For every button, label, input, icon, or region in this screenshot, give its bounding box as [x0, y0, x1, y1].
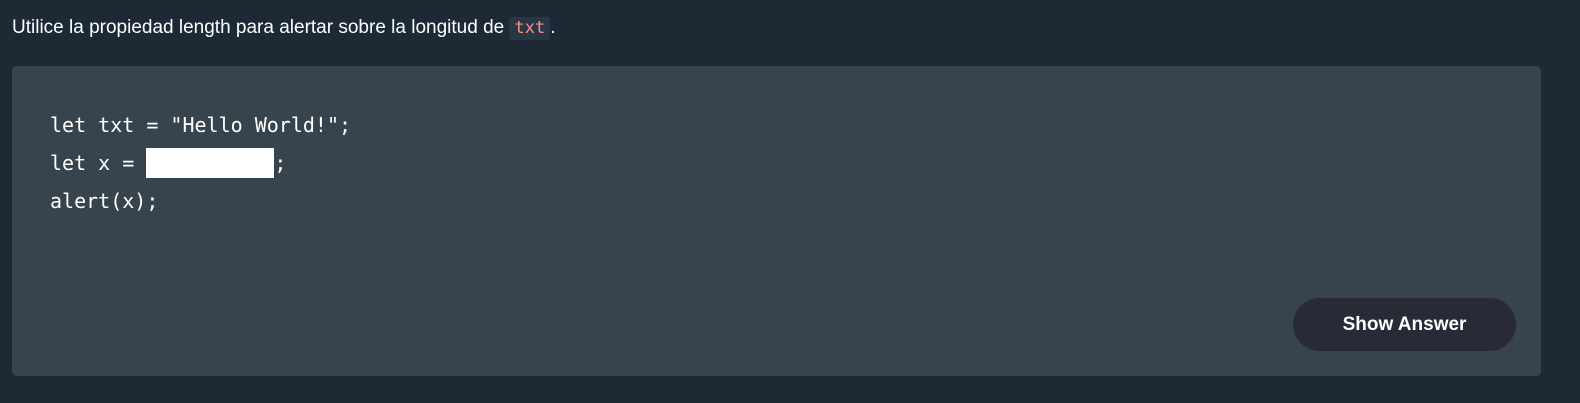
code-line-2-suffix: ;	[274, 151, 287, 175]
show-answer-button[interactable]: Show Answer	[1293, 298, 1516, 351]
code-line-1-text: let txt = "Hello World!";	[50, 113, 352, 137]
code-line-3-text: alert(x);	[50, 189, 159, 213]
instruction-text: Utilice la propiedad length para alertar…	[12, 17, 510, 38]
inline-code-txt: txt	[509, 17, 551, 40]
code-line-2: let x = ;	[50, 144, 351, 182]
code-line-2-prefix: let x =	[50, 151, 147, 175]
instruction-period: .	[550, 17, 556, 38]
exercise-panel: let txt = "Hello World!"; let x = ; aler…	[12, 66, 1541, 376]
code-line-1: let txt = "Hello World!";	[50, 106, 351, 144]
answer-input[interactable]	[146, 148, 275, 178]
code-line-3: alert(x);	[50, 182, 351, 220]
exercise-instruction: Utilice la propiedad length para alertar…	[12, 15, 555, 41]
code-block: let txt = "Hello World!"; let x = ; aler…	[50, 106, 351, 220]
